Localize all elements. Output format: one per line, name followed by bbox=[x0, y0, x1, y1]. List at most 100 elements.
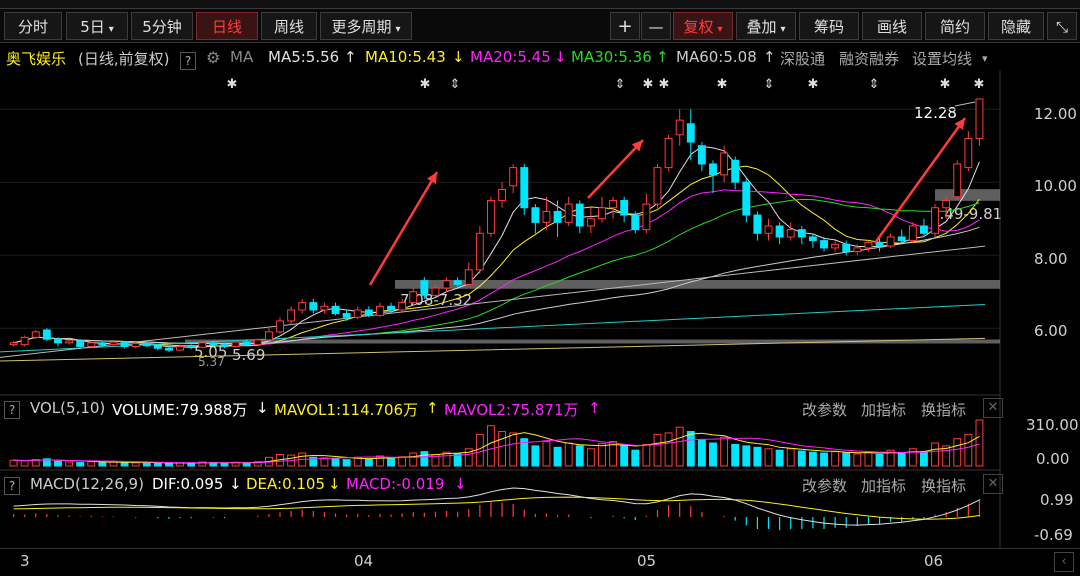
candle bbox=[553, 210, 562, 223]
candle bbox=[564, 203, 573, 223]
candle bbox=[375, 305, 384, 316]
volume-bar bbox=[864, 451, 873, 467]
candle bbox=[475, 232, 484, 271]
candle bbox=[187, 345, 196, 348]
volume-bar bbox=[531, 445, 540, 467]
volume-bar bbox=[575, 445, 584, 467]
ma-line bbox=[13, 198, 980, 345]
candle bbox=[586, 218, 595, 227]
candle bbox=[431, 287, 440, 296]
volume-bar bbox=[142, 462, 151, 467]
candle bbox=[675, 119, 684, 136]
volume-bar bbox=[409, 452, 418, 467]
candle bbox=[864, 241, 873, 249]
candle bbox=[842, 243, 851, 253]
volume-bar bbox=[220, 462, 229, 467]
volume-bar bbox=[653, 433, 662, 467]
volume-bar bbox=[842, 452, 851, 467]
volume-bar bbox=[897, 452, 906, 467]
support-zone bbox=[395, 280, 1000, 289]
event-marker: ✱ bbox=[808, 77, 819, 92]
event-marker: ✱ bbox=[227, 77, 238, 92]
candle bbox=[908, 225, 917, 242]
volume-bar bbox=[586, 448, 595, 467]
volume-bar bbox=[320, 457, 329, 467]
event-marker: ✱ bbox=[643, 77, 654, 92]
volume-bar bbox=[720, 436, 729, 467]
candle bbox=[342, 313, 351, 318]
volume-bar bbox=[120, 462, 129, 467]
volume-bar bbox=[931, 442, 939, 467]
volume-bar bbox=[331, 458, 340, 467]
event-marker: ✱ bbox=[659, 77, 670, 92]
volume-bar bbox=[808, 451, 817, 467]
candle bbox=[420, 280, 429, 296]
candle bbox=[220, 344, 229, 347]
candle bbox=[153, 345, 162, 349]
volume-bar bbox=[498, 431, 506, 467]
candle bbox=[209, 342, 218, 346]
candle bbox=[253, 339, 262, 346]
candle bbox=[20, 336, 29, 346]
volume-bar bbox=[631, 449, 640, 467]
candle bbox=[942, 199, 951, 209]
candle bbox=[487, 199, 495, 234]
volume-bar bbox=[742, 445, 751, 467]
event-marker: ⇕ bbox=[615, 77, 626, 92]
volume-bar bbox=[642, 443, 651, 467]
candle bbox=[686, 123, 695, 143]
volume-bar bbox=[187, 462, 196, 467]
candle bbox=[964, 137, 973, 169]
volume-bar bbox=[54, 460, 62, 467]
candle bbox=[442, 280, 451, 289]
candle bbox=[631, 214, 640, 231]
volume-bar bbox=[797, 450, 806, 467]
volume-bar bbox=[697, 439, 706, 467]
volume-bar bbox=[598, 443, 606, 467]
candle bbox=[897, 236, 906, 242]
volume-bar bbox=[165, 462, 173, 467]
candle bbox=[853, 247, 862, 253]
candle bbox=[298, 302, 307, 311]
candle bbox=[42, 329, 51, 340]
event-marker: ✱ bbox=[940, 77, 951, 92]
candle bbox=[98, 342, 107, 346]
candle bbox=[76, 340, 85, 347]
candle bbox=[287, 309, 296, 322]
volume-bar bbox=[564, 442, 573, 467]
volume-bar bbox=[9, 459, 18, 467]
candle bbox=[276, 320, 284, 333]
high-pointer bbox=[954, 101, 976, 107]
dea-line bbox=[13, 496, 980, 520]
volume-bar bbox=[786, 448, 795, 467]
volume-bar bbox=[387, 457, 395, 467]
candle bbox=[542, 210, 551, 223]
candle bbox=[453, 280, 462, 285]
candle bbox=[820, 240, 828, 249]
event-marker: ⇕ bbox=[869, 77, 880, 92]
candle bbox=[575, 203, 584, 227]
volume-bar bbox=[964, 433, 973, 467]
volume-bar bbox=[919, 451, 928, 467]
candle bbox=[720, 152, 729, 176]
candle bbox=[120, 341, 129, 347]
candle bbox=[387, 305, 395, 311]
volume-bar bbox=[953, 438, 962, 467]
candle bbox=[320, 305, 329, 311]
candle bbox=[131, 343, 140, 347]
volume-bar bbox=[553, 446, 562, 467]
candle bbox=[653, 167, 662, 205]
volume-bar bbox=[487, 425, 495, 467]
volume-bar bbox=[87, 461, 96, 467]
candle bbox=[498, 189, 506, 201]
volume-bar bbox=[542, 441, 551, 467]
candle bbox=[742, 181, 751, 216]
candle bbox=[664, 137, 673, 169]
volume-bar bbox=[98, 461, 107, 467]
volume-bar bbox=[342, 459, 351, 467]
candle bbox=[620, 199, 629, 216]
volume-bar bbox=[364, 458, 373, 467]
volume-bar bbox=[686, 431, 695, 467]
event-marker: ✱ bbox=[717, 77, 728, 92]
candle bbox=[364, 309, 373, 316]
